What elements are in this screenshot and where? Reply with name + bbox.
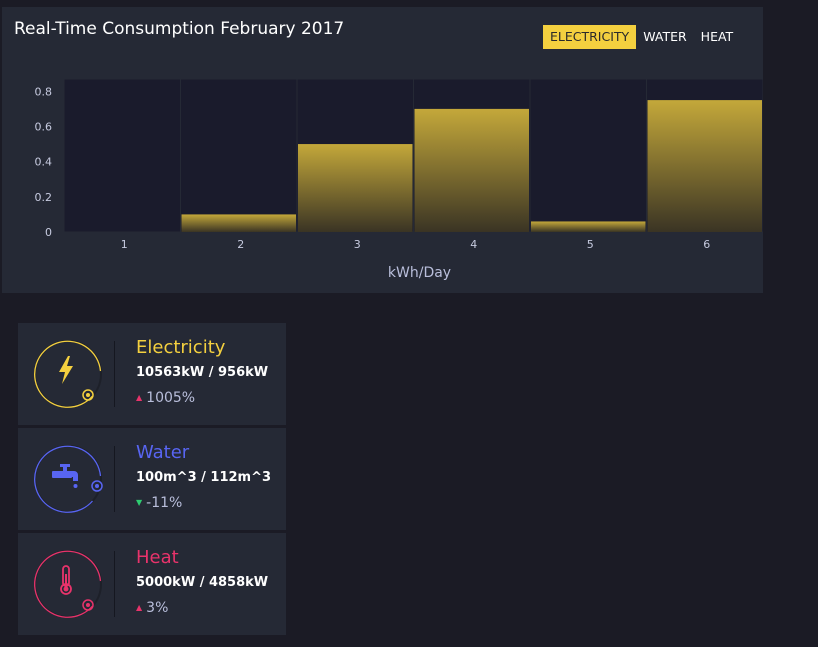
divider xyxy=(114,341,115,407)
water-change-value: -11% xyxy=(146,495,183,511)
x-tick-label: 3 xyxy=(354,238,361,251)
bar-4[interactable] xyxy=(414,108,530,232)
bar-5[interactable] xyxy=(531,221,646,232)
divider xyxy=(114,446,115,512)
water-title: Water xyxy=(136,442,190,463)
electricity-change: ▲ 1005% xyxy=(136,390,195,406)
electricity-values: 10563kW / 956kW xyxy=(136,365,269,380)
electricity-title: Electricity xyxy=(136,337,226,358)
x-tick-label: 4 xyxy=(470,238,477,251)
y-tick-label: 0 xyxy=(45,226,52,239)
heat-change: ▲ 3% xyxy=(136,600,168,616)
bar-2[interactable] xyxy=(181,214,297,232)
thermometer-icon xyxy=(60,565,72,595)
water-summary[interactable]: Water 100m^3 / 112m^3 ▼ -11% xyxy=(18,428,286,530)
bar-6[interactable] xyxy=(647,100,763,232)
x-tick-label: 6 xyxy=(703,238,710,251)
heat-summary[interactable]: Heat 5000kW / 4858kW ▲ 3% xyxy=(18,533,286,635)
trend-up-icon: ▲ xyxy=(136,603,143,612)
x-tick-label: 2 xyxy=(237,238,244,251)
water-change: ▼ -11% xyxy=(136,495,182,511)
bar-3[interactable] xyxy=(298,144,413,232)
divider xyxy=(114,551,115,617)
y-tick-label: 0.8 xyxy=(35,85,53,98)
trend-down-icon: ▼ xyxy=(136,498,143,507)
heat-title: Heat xyxy=(136,547,179,568)
x-axis-title: kWh/Day xyxy=(388,265,451,281)
heat-change-value: 3% xyxy=(146,600,169,616)
faucet-icon xyxy=(52,464,78,488)
trend-up-icon: ▲ xyxy=(136,393,143,402)
bar-chart: 0 0.2 0.4 0.6 0.8 1 2 3 4 5 6 kWh/Day xyxy=(35,78,763,281)
x-tick-label: 1 xyxy=(121,238,128,251)
plot-column-bg xyxy=(529,78,647,233)
electricity-summary[interactable]: Electricity 10563kW / 956kW ▲ 1005% xyxy=(18,323,286,425)
plot-column-bg xyxy=(180,78,298,233)
y-tick-label: 0.6 xyxy=(35,120,53,133)
consumption-chart-card: Real-Time Consumption February 2017 ELEC… xyxy=(2,7,763,293)
y-tick-label: 0.2 xyxy=(35,191,53,204)
electricity-change-value: 1005% xyxy=(146,390,196,406)
water-values: 100m^3 / 112m^3 xyxy=(136,470,272,485)
plot-column-bg xyxy=(63,78,181,233)
x-tick-label: 5 xyxy=(587,238,594,251)
lightning-icon xyxy=(59,356,73,384)
heat-values: 5000kW / 4858kW xyxy=(136,575,269,590)
y-tick-label: 0.4 xyxy=(35,156,53,169)
